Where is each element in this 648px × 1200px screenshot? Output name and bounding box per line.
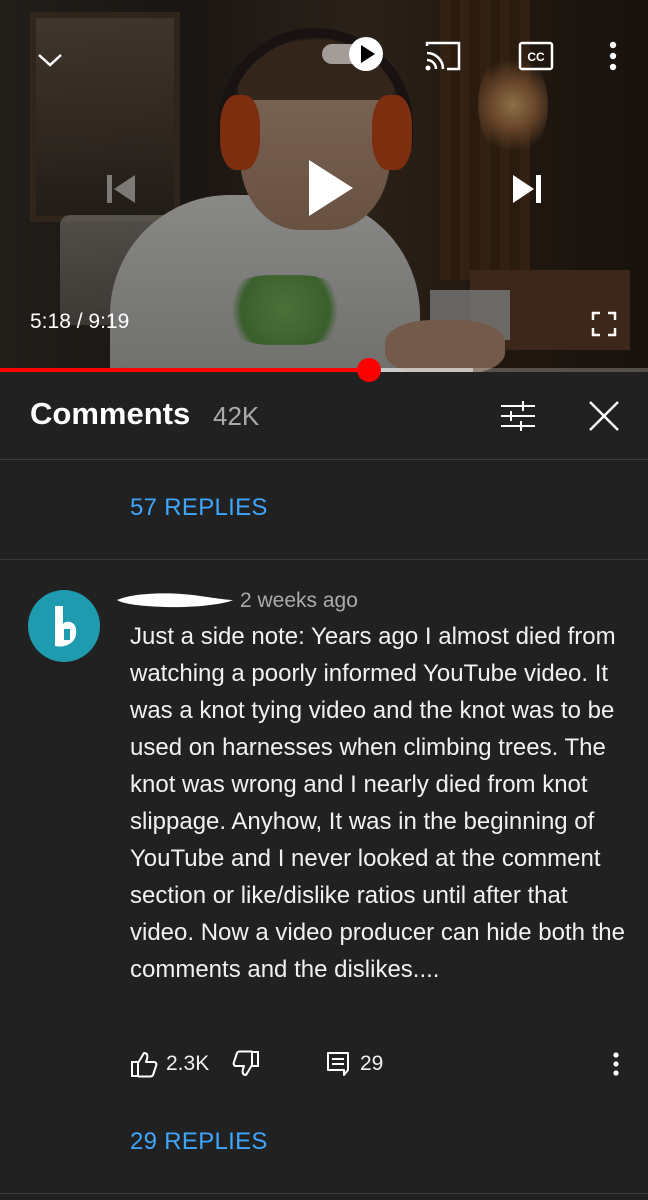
dislike-button[interactable] — [232, 1048, 260, 1080]
sort-comments-button[interactable] — [496, 394, 540, 438]
more-options-button[interactable] — [598, 36, 628, 76]
like-button[interactable]: 2.3K — [130, 1048, 209, 1080]
comment-menu-button[interactable] — [602, 1048, 630, 1080]
next-button[interactable] — [504, 166, 550, 212]
thread-divider — [0, 559, 648, 560]
comment-timestamp: 2 weeks ago — [240, 589, 358, 612]
previous-icon — [107, 175, 135, 203]
minimize-button[interactable] — [28, 38, 72, 82]
previous-button[interactable] — [98, 166, 144, 212]
channel-logo-icon — [55, 606, 77, 647]
svg-text:CC: CC — [527, 50, 545, 64]
more-vert-icon — [613, 1052, 619, 1076]
playback-time: 5:18 / 9:19 — [30, 310, 129, 334]
play-button[interactable] — [296, 152, 362, 224]
time-separator: / — [70, 310, 89, 333]
autoplay-toggle-icon — [322, 37, 383, 71]
view-replies-link[interactable]: 57 REPLIES — [130, 494, 268, 522]
fullscreen-icon — [591, 311, 617, 337]
cast-icon — [425, 41, 461, 71]
thread-divider — [0, 1193, 648, 1194]
reply-count: 29 — [360, 1052, 384, 1075]
comments-header: Comments 42K — [0, 372, 648, 460]
redacted-author-name — [117, 593, 233, 608]
view-replies-link[interactable]: 29 REPLIES — [130, 1128, 268, 1156]
chevron-down-icon — [38, 54, 62, 67]
fullscreen-button[interactable] — [588, 308, 620, 340]
comments-title: Comments — [30, 396, 191, 431]
close-comments-button[interactable] — [582, 394, 626, 438]
like-count: 2.3K — [166, 1052, 210, 1075]
comments-count: 42K — [213, 401, 260, 431]
captions-button[interactable]: CC — [516, 36, 556, 76]
play-icon — [309, 160, 353, 216]
next-icon — [513, 175, 541, 203]
comment-reply-icon — [327, 1052, 349, 1076]
duration: 9:19 — [88, 310, 130, 333]
comment-text: Just a side note: Years ago I almost die… — [130, 623, 625, 983]
close-icon — [589, 401, 619, 431]
video-player[interactable]: CC 5:18 / 9:19 — [0, 0, 648, 372]
thumbs-up-icon — [131, 1052, 158, 1078]
captions-icon: CC — [518, 41, 554, 71]
more-vert-icon — [609, 41, 617, 71]
autoplay-toggle[interactable] — [318, 34, 388, 74]
current-time: 5:18 — [30, 310, 71, 333]
cast-button[interactable] — [420, 36, 466, 76]
avatar[interactable] — [28, 590, 100, 662]
sort-filter-icon — [501, 401, 535, 431]
thumbs-down-icon — [232, 1050, 259, 1076]
reply-button[interactable]: 29 — [326, 1048, 383, 1080]
